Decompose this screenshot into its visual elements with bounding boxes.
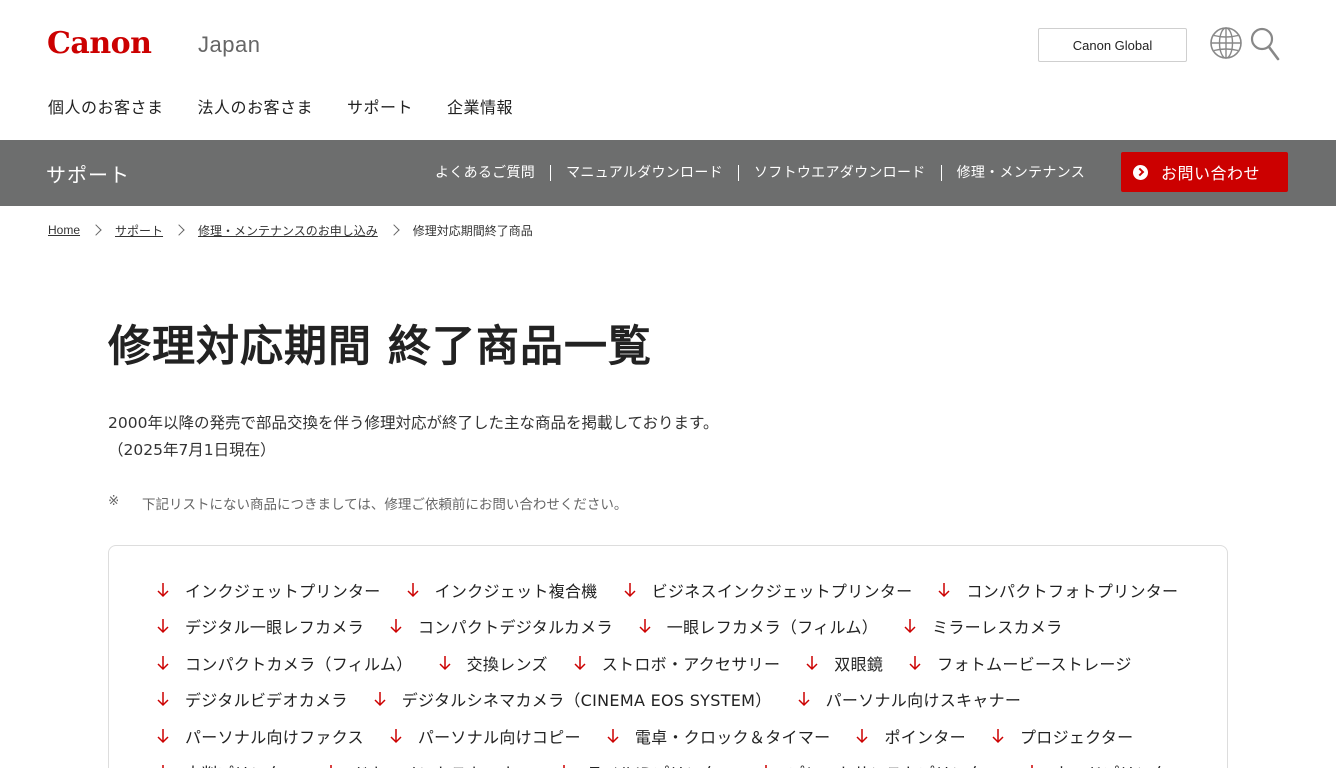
main-nav: 個人のお客さま 法人のお客さま サポート 企業情報 (48, 94, 547, 120)
arrow-down-icon (157, 619, 169, 634)
category-link[interactable]: パーソナル向けスキャナー (794, 687, 1022, 711)
repair-maintenance-link[interactable]: 修理・メンテナンス (940, 165, 1100, 181)
note-text: 下記リストにない商品につきましては、修理ご依頼前にお問い合わせください。 (142, 497, 628, 513)
category-link[interactable]: パーソナル向けコピー (386, 724, 581, 748)
manual-download-link[interactable]: マニュアルダウンロード (550, 165, 738, 181)
arrow-down-icon (563, 765, 566, 768)
category-link[interactable]: ポインター (852, 724, 966, 748)
category-link[interactable]: デジタルシネマカメラ（CINEMA EOS SYSTEM） (370, 687, 772, 711)
category-link[interactable]: コンパクトフォトプリンター (934, 578, 1178, 602)
breadcrumb-home[interactable]: Home (48, 223, 80, 237)
category-link[interactable]: 一眼レフカメラ（フィルム） (635, 614, 878, 638)
intro-line-1: 2000年以降の発売で部品交換を伴う修理対応が終了した主な商品を掲載しております… (108, 414, 719, 432)
page-title: 修理対応期間 終了商品一覧 (108, 322, 652, 372)
arrow-down-icon (938, 583, 950, 598)
category-link[interactable]: インクジェットプリンター (153, 578, 381, 602)
breadcrumb-support[interactable]: サポート (115, 222, 163, 239)
note-mark: ※ (108, 493, 120, 509)
arrow-down-icon (806, 656, 818, 671)
category-row: デジタル一眼レフカメラ コンパクトデジタルカメラ 一眼レフカメラ（フィルム） ミ… (153, 613, 1084, 639)
arrow-down-icon (157, 729, 169, 744)
contact-button-label: お問い合わせ (1161, 164, 1261, 183)
category-row: コンパクトカメラ（フィルム） 交換レンズ ストロボ・アクセサリー 双眼鏡 フォト… (153, 650, 1154, 676)
intro-line-2: （2025年7月1日現在） (108, 441, 276, 459)
category-link[interactable]: 大判プリンター (153, 760, 299, 768)
category-link[interactable]: デジタル一眼レフカメラ (153, 614, 364, 638)
intro-text: 2000年以降の発売で部品交換を伴う修理対応が終了した主な商品を掲載しております… (108, 410, 718, 464)
category-link[interactable]: コンパクトカメラ（フィルム） (153, 651, 413, 675)
chevron-right-icon (388, 224, 400, 236)
note: ※ 下記リストにない商品につきましては、修理ご依頼前にお問い合わせください。 (108, 493, 627, 513)
category-link[interactable]: 電卓・クロック＆タイマー (603, 724, 831, 748)
breadcrumb-current: 修理対応期間終了商品 (412, 223, 533, 238)
category-link[interactable]: プロジェクター (988, 724, 1133, 748)
category-link[interactable]: プレートサンストプリンター (756, 760, 1000, 768)
arrow-down-icon (439, 656, 451, 671)
category-link[interactable]: ラベルIDプリンター (554, 760, 734, 768)
arrow-down-icon (374, 692, 386, 707)
category-link[interactable]: デジタルビデオカメラ (153, 687, 348, 711)
search-icon[interactable] (1250, 26, 1280, 62)
category-link[interactable]: フォトムービーストレージ (905, 651, 1131, 675)
faq-link[interactable]: よくあるご質問 (420, 165, 550, 181)
category-link[interactable]: 交換レンズ (435, 651, 548, 675)
category-link[interactable]: インクジェット複合機 (403, 578, 598, 602)
canon-global-button[interactable]: Canon Global (1038, 28, 1187, 62)
contact-button[interactable]: お問い合わせ (1121, 152, 1288, 192)
arrow-down-icon (1031, 765, 1033, 768)
chevron-right-icon (90, 224, 102, 236)
category-link[interactable]: 双眼鏡 (802, 651, 883, 675)
arrow-down-icon (390, 619, 402, 634)
arrow-down-icon (624, 583, 636, 598)
nav-business[interactable]: 法人のお客さま (198, 94, 314, 120)
arrow-down-icon (157, 583, 169, 598)
arrow-down-icon (157, 656, 169, 671)
support-sub-nav: よくあるご質問 マニュアルダウンロード ソフトウエアダウンロード 修理・メンテナ… (420, 163, 1100, 183)
category-list: インクジェットプリンター インクジェット複合機 ビジネスインクジェットプリンター… (108, 545, 1228, 768)
software-download-link[interactable]: ソフトウエアダウンロード (737, 165, 941, 181)
region-label: Japan (198, 32, 261, 57)
arrow-down-icon (765, 765, 768, 768)
chevron-right-icon (173, 224, 185, 236)
chevron-circle-icon (1133, 164, 1148, 180)
category-row: パーソナル向けファクス パーソナル向けコピー 電卓・クロック＆タイマー ポインタ… (153, 723, 1155, 749)
breadcrumb-repair[interactable]: 修理・メンテナンスのお申し込み (198, 222, 378, 239)
category-link[interactable]: パーソナル向けファクス (153, 724, 364, 748)
site-header: Canon Japan Canon Global 個人のお客さま 法人のお客さま… (0, 0, 1336, 140)
arrow-down-icon (992, 729, 1004, 744)
category-link[interactable]: ストロボ・アクセサリー (570, 651, 781, 675)
arrow-down-icon (157, 692, 169, 707)
category-link[interactable]: コンパクトデジタルカメラ (386, 614, 613, 638)
category-link[interactable]: ミラーレスカメラ (900, 614, 1062, 638)
arrow-down-icon (856, 729, 868, 744)
arrow-down-icon (407, 583, 419, 598)
arrow-down-icon (798, 692, 810, 707)
nav-personal[interactable]: 個人のお客さま (48, 94, 164, 120)
canon-logo[interactable]: Canon (47, 26, 152, 61)
arrow-down-icon (909, 656, 921, 671)
support-title[interactable]: サポート (46, 159, 130, 188)
support-bar: サポート よくあるご質問 マニュアルダウンロード ソフトウエアダウンロード 修理… (0, 140, 1336, 206)
arrow-down-icon (607, 729, 619, 744)
nav-corporate[interactable]: 企業情報 (447, 94, 513, 120)
category-row: インクジェットプリンター インクジェット複合機 ビジネスインクジェットプリンター… (153, 577, 1200, 603)
arrow-down-icon (574, 656, 586, 671)
category-link[interactable]: ドキュメントスキャナー (321, 760, 532, 768)
arrow-down-icon (639, 619, 651, 634)
arrow-down-icon (904, 619, 916, 634)
nav-support[interactable]: サポート (347, 94, 413, 120)
category-row: デジタルビデオカメラ デジタルシネマカメラ（CINEMA EOS SYSTEM）… (153, 686, 1043, 712)
category-row: 大判プリンター ドキュメントスキャナー ラベルIDプリンター プレートサンストプ… (153, 759, 1206, 768)
arrow-down-icon (330, 765, 332, 768)
arrow-down-icon (162, 765, 164, 768)
category-link[interactable]: ビジネスインクジェットプリンター (620, 578, 913, 602)
arrow-down-icon (390, 729, 402, 744)
globe-icon[interactable] (1209, 26, 1243, 60)
breadcrumb: Home サポート 修理・メンテナンスのお申し込み 修理対応期間終了商品 (48, 220, 533, 240)
category-link[interactable]: カードプリンター (1022, 760, 1184, 768)
